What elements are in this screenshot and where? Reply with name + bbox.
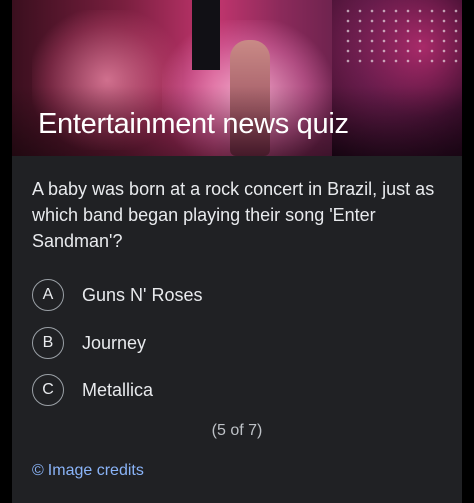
hero-pole (192, 0, 220, 70)
quiz-title: Entertainment news quiz (38, 108, 349, 140)
option-a-letter: A (32, 279, 64, 311)
option-a[interactable]: A Guns N' Roses (32, 279, 202, 311)
image-credits-label: Image credits (47, 462, 144, 479)
option-c-text: Metallica (82, 379, 154, 400)
hero-light-dots (342, 6, 462, 66)
image-credits-link[interactable]: © Image credits (32, 462, 144, 480)
option-c[interactable]: C Metallica (32, 374, 153, 406)
quiz-progress: (5 of 7) (211, 422, 263, 439)
option-b[interactable]: B Journey (32, 327, 146, 359)
option-a-text: Guns N' Roses (82, 284, 203, 305)
option-b-text: Journey (82, 332, 147, 353)
option-c-letter: C (32, 374, 64, 406)
option-b-letter: B (32, 327, 64, 359)
copyright-icon: © (32, 462, 44, 479)
quiz-card: Entertainment news quiz A baby was born … (12, 0, 462, 503)
quiz-question: A baby was born at a rock concert in Bra… (32, 179, 435, 251)
hero-image: Entertainment news quiz (12, 0, 462, 156)
